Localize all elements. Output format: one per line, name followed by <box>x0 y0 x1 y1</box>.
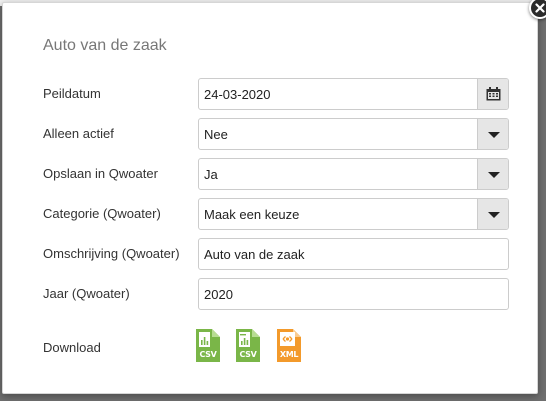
chevron-down-icon <box>488 172 500 178</box>
jaar-input[interactable]: 2020 <box>198 278 509 310</box>
calendar-button[interactable] <box>477 79 508 109</box>
row-peildatum: Peildatum 24-03-2020 <box>43 78 511 110</box>
dialog: Auto van de zaak Peildatum 24-03-2020 Al… <box>2 0 546 394</box>
peildatum-label: Peildatum <box>43 86 101 101</box>
alleen-actief-label: Alleen actief <box>43 126 114 141</box>
opslaan-dropdown-button[interactable] <box>477 159 508 189</box>
close-icon <box>535 3 545 13</box>
peildatum-value: 24-03-2020 <box>204 87 271 102</box>
xml-file-icon[interactable]: XML <box>277 329 301 362</box>
chevron-down-icon <box>488 212 500 218</box>
omschrijving-input[interactable]: Auto van de zaak <box>198 238 509 270</box>
categorie-label: Categorie (Qwoater) <box>43 206 161 221</box>
opslaan-label: Opslaan in Qwoater <box>43 166 158 181</box>
categorie-dropdown-button[interactable] <box>477 199 508 229</box>
opslaan-select[interactable]: Ja <box>198 158 509 190</box>
csv-excel-file-icon[interactable]: CSV <box>236 329 260 362</box>
omschrijving-value: Auto van de zaak <box>204 247 305 262</box>
categorie-select[interactable]: Maak een keuze <box>198 198 509 230</box>
row-jaar: Jaar (Qwoater) 2020 <box>43 278 511 310</box>
peildatum-input[interactable]: 24-03-2020 <box>198 78 509 110</box>
row-alleen-actief: Alleen actief Nee <box>43 118 511 150</box>
xml-file-label: XML <box>279 350 299 359</box>
chevron-down-icon <box>488 132 500 138</box>
close-button[interactable] <box>529 0 546 19</box>
dialog-title: Auto van de zaak <box>43 37 167 54</box>
download-label: Download <box>43 340 101 355</box>
opslaan-value: Ja <box>204 167 218 182</box>
csv-file-icon[interactable]: CSV <box>196 329 220 362</box>
row-opslaan: Opslaan in Qwoater Ja <box>43 158 511 190</box>
categorie-value: Maak een keuze <box>204 207 300 222</box>
alleen-actief-dropdown-button[interactable] <box>477 119 508 149</box>
row-categorie: Categorie (Qwoater) Maak een keuze <box>43 198 511 230</box>
jaar-label: Jaar (Qwoater) <box>43 286 130 301</box>
row-omschrijving: Omschrijving (Qwoater) Auto van de zaak <box>43 238 511 270</box>
omschrijving-label: Omschrijving (Qwoater) <box>43 246 180 261</box>
alleen-actief-select[interactable]: Nee <box>198 118 509 150</box>
jaar-value: 2020 <box>204 287 233 302</box>
calendar-icon <box>486 87 501 101</box>
csv-excel-file-label: CSV <box>239 350 257 359</box>
csv-file-label: CSV <box>199 350 217 359</box>
alleen-actief-value: Nee <box>204 127 228 142</box>
